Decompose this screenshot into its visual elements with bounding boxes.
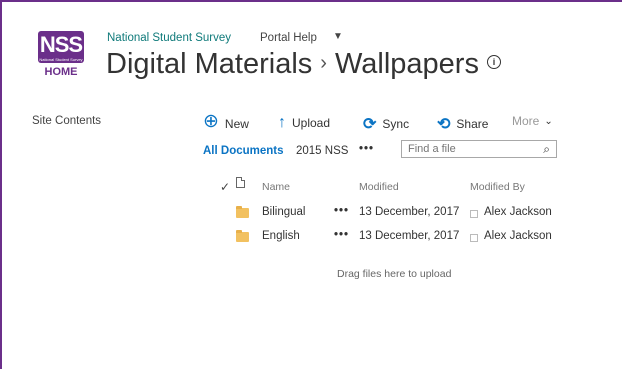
column-header-modified-by[interactable]: Modified By bbox=[470, 181, 525, 193]
drag-files-hint: Drag files here to upload bbox=[337, 268, 452, 280]
logo-home-label: HOME bbox=[44, 66, 78, 78]
more-label: More bbox=[512, 114, 540, 128]
plus-circle-icon: ⊕ bbox=[203, 111, 219, 132]
breadcrumb-library[interactable]: Digital Materials bbox=[106, 48, 312, 80]
item-modified-by-link[interactable]: Alex Jackson bbox=[484, 206, 552, 218]
view-2015-nss[interactable]: 2015 NSS bbox=[296, 145, 348, 157]
item-ellipsis-menu[interactable]: ••• bbox=[334, 205, 349, 217]
search-icon[interactable]: ⌕ bbox=[543, 142, 550, 157]
upload-label: Upload bbox=[292, 116, 331, 130]
portal-help-dropdown-icon[interactable]: ▼ bbox=[333, 31, 343, 42]
sync-icon: ⟳ bbox=[363, 116, 377, 133]
presence-indicator-icon bbox=[470, 210, 478, 218]
site-contents-link[interactable]: Site Contents bbox=[32, 115, 101, 127]
logo-mark: NSS bbox=[39, 32, 83, 57]
share-label: Share bbox=[456, 117, 489, 131]
presence-indicator-icon bbox=[470, 234, 478, 242]
share-icon: ⟲ bbox=[437, 116, 451, 133]
item-modified-date: 13 December, 2017 bbox=[359, 230, 460, 242]
site-link-national-student-survey[interactable]: National Student Survey bbox=[107, 32, 231, 44]
find-a-file-input[interactable] bbox=[408, 143, 528, 155]
top-frame-border bbox=[0, 0, 622, 2]
info-icon[interactable]: i bbox=[486, 55, 501, 69]
sync-label: Sync bbox=[382, 117, 410, 131]
nss-home-logo[interactable]: NSS National Student Survey HOME bbox=[38, 31, 84, 85]
logo-subtitle: National Student Survey bbox=[39, 57, 83, 62]
upload-arrow-icon: ↑ bbox=[278, 114, 286, 131]
item-modified-by-link[interactable]: Alex Jackson bbox=[484, 230, 552, 242]
item-name-link[interactable]: English bbox=[262, 230, 300, 242]
breadcrumb-folder: Wallpapers bbox=[334, 48, 479, 80]
new-button[interactable]: ⊕ New bbox=[203, 111, 249, 133]
item-ellipsis-menu[interactable]: ••• bbox=[334, 229, 349, 241]
item-modified-date: 13 December, 2017 bbox=[359, 206, 460, 218]
table-row[interactable]: English ••• 13 December, 2017 Alex Jacks… bbox=[0, 228, 622, 248]
view-all-documents[interactable]: All Documents bbox=[203, 145, 284, 157]
more-button[interactable]: More ⌄ bbox=[512, 114, 553, 128]
more-views-ellipsis[interactable]: ••• bbox=[359, 143, 374, 155]
find-a-file-box[interactable]: ⌕ bbox=[401, 140, 557, 158]
sync-button[interactable]: ⟳ Sync bbox=[363, 114, 409, 134]
upload-button[interactable]: ↑ Upload bbox=[278, 114, 330, 132]
table-row[interactable]: Bilingual ••• 13 December, 2017 Alex Jac… bbox=[0, 204, 622, 224]
new-label: New bbox=[224, 116, 249, 131]
select-all-checkmark-icon[interactable]: ✓ bbox=[220, 180, 230, 194]
item-name-link[interactable]: Bilingual bbox=[262, 206, 305, 218]
share-button[interactable]: ⟲ Share bbox=[437, 114, 488, 134]
file-type-icon bbox=[236, 177, 245, 188]
chevron-down-icon: ⌄ bbox=[544, 115, 553, 127]
folder-icon bbox=[236, 230, 249, 242]
page-title-breadcrumb: Digital Materials › Wallpapers i bbox=[106, 48, 501, 81]
column-header-modified[interactable]: Modified bbox=[359, 181, 399, 193]
left-frame-border bbox=[0, 0, 2, 369]
folder-icon bbox=[236, 206, 249, 218]
portal-help-link[interactable]: Portal Help bbox=[260, 32, 317, 44]
column-header-name[interactable]: Name bbox=[262, 181, 290, 193]
breadcrumb-separator: › bbox=[320, 52, 327, 74]
